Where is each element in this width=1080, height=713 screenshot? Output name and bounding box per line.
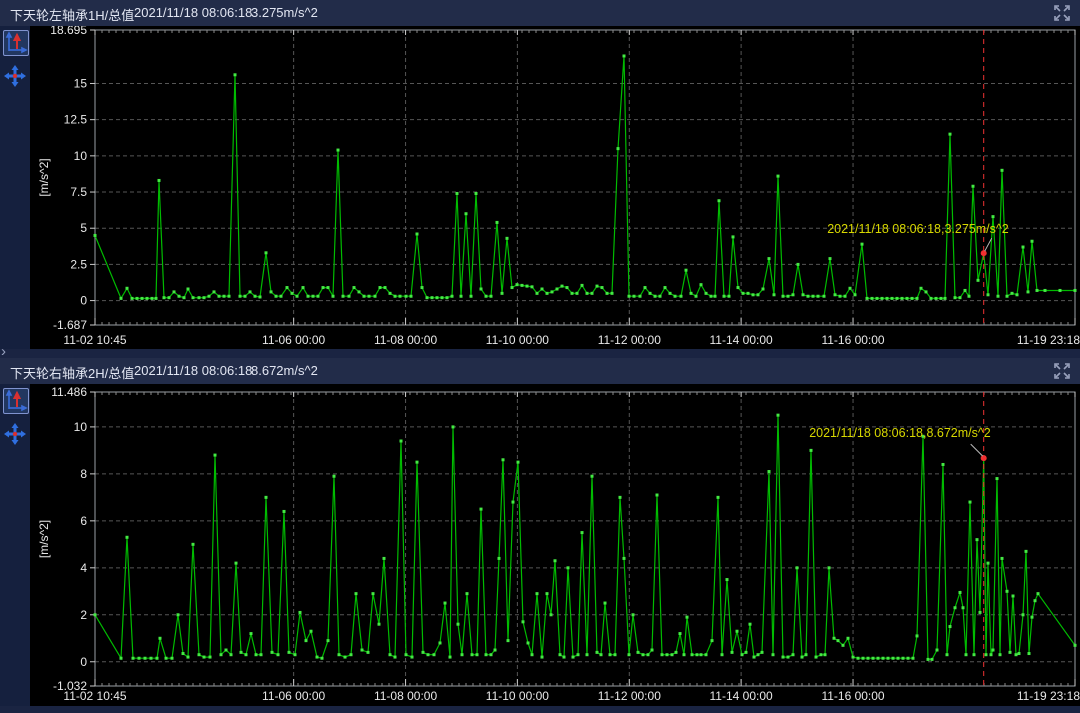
chart-2-cursor-value: 8.672m/s^2 [251, 363, 318, 378]
trend-series-markers [94, 414, 1077, 661]
chart-2-titlebar: 下天轮右轴承2H/总值 2021/11/18 08:06:18 8.672m/s… [0, 358, 1080, 384]
chart-1-title: 下天轮左轴承1H/总值 [10, 5, 134, 24]
pan-move-tool-button[interactable] [3, 64, 27, 88]
y-tick-label: 10 [74, 149, 88, 163]
x-tick-label: 11-16 00:00 [821, 689, 884, 703]
x-tick-label: 11-12 00:00 [598, 333, 661, 347]
chart-2-title: 下天轮右轴承2H/总值 [10, 363, 134, 382]
x-tick-label: 11-10 00:00 [486, 333, 549, 347]
annotation-leader-line [971, 444, 983, 456]
trend-series-line [95, 415, 1075, 659]
axis-scale-tool-button[interactable] [3, 388, 29, 414]
chart-panel-2: 下天轮右轴承2H/总值 2021/11/18 08:06:18 8.672m/s… [0, 358, 1080, 713]
chart-2-toolstrip [0, 384, 30, 713]
x-tick-label: 11-19 23:18 [1017, 333, 1080, 347]
axis-scale-tool-button[interactable] [3, 30, 29, 56]
chart-panel-1: 下天轮左轴承1H/总值 2021/11/18 08:06:18 3.275m/s… [0, 0, 1080, 349]
x-tick-label: 11-16 00:00 [821, 333, 884, 347]
y-tick-label: 8 [80, 467, 87, 481]
bottom-border-strip [0, 706, 1080, 713]
y-tick-label: 15 [74, 76, 88, 90]
x-tick-label: 11-06 00:00 [262, 689, 325, 703]
y-tick-label: 6 [80, 514, 87, 528]
cursor-annotation-label: 2021/11/18 08:06:18,3.275m/s^2 [827, 222, 1009, 236]
chart-2-body: 11-02 10:4511-06 00:0011-08 00:0011-10 0… [0, 384, 1080, 713]
y-tick-label: 5 [80, 221, 87, 235]
y-axis-unit-label: [m/s^2] [37, 158, 51, 196]
x-tick-label: 11-08 00:00 [374, 333, 437, 347]
chart-1-toolstrip [0, 26, 30, 349]
chart-2-plot[interactable]: 11-02 10:4511-06 00:0011-08 00:0011-10 0… [0, 384, 1080, 713]
y-tick-label: -1.687 [53, 318, 87, 332]
minor-ticks [102, 30, 1068, 325]
x-tick-label: 11-12 00:00 [598, 689, 661, 703]
chart-1-plot[interactable]: 11-02 10:45 11-06 00:00 11-08 00:00 11-10 0… [0, 26, 1080, 349]
cursor-annotation-label: 2021/11/18 08:06:18,8.672m/s^2 [809, 426, 991, 440]
trend-series-markers [94, 54, 1077, 299]
panel-divider: › [0, 349, 1080, 358]
x-tick-label: 11-02 10:45 [63, 333, 126, 347]
y-tick-label: 7.5 [70, 185, 87, 199]
x-tick-label: 11-10 00:00 [486, 689, 549, 703]
y-tick-label: 12.5 [64, 113, 88, 127]
chart-1-titlebar: 下天轮左轴承1H/总值 2021/11/18 08:06:18 3.275m/s… [0, 0, 1080, 26]
y-axis-unit-label: [m/s^2] [37, 520, 51, 558]
x-tick-label: 11-06 00:00 [262, 333, 325, 347]
y-axis: 11.486 10 8 6 4 2 0 -1.032 [51, 385, 95, 693]
x-tick-label: 11-19 23:18 [1017, 689, 1080, 703]
chart-1-cursor-value: 3.275m/s^2 [251, 5, 318, 20]
vibration-trend-monitor: 下天轮左轴承1H/总值 2021/11/18 08:06:18 3.275m/s… [0, 0, 1080, 713]
trend-series-line [95, 56, 1075, 298]
plot-frame [95, 30, 1075, 325]
y-tick-label: -1.032 [53, 679, 87, 693]
x-axis: 11-02 10:45 11-06 00:00 11-08 00:00 11-10 0… [63, 30, 1080, 347]
chart-2-cursor-timestamp: 2021/11/18 08:06:18 [134, 363, 252, 378]
y-tick-label: 2 [80, 608, 87, 622]
cursor-point-marker [981, 250, 987, 256]
y-tick-label: 18.695 [50, 26, 87, 37]
pan-move-tool-button[interactable] [3, 422, 27, 446]
x-tick-label: 11-08 00:00 [374, 689, 437, 703]
expand-arrows-icon[interactable] [1054, 363, 1070, 379]
x-tick-label: 11-14 00:00 [710, 333, 773, 347]
y-tick-label: 10 [74, 420, 88, 434]
y-tick-label: 0 [80, 655, 87, 669]
x-tick-label: 11-14 00:00 [710, 689, 773, 703]
expand-arrows-icon[interactable] [1054, 5, 1070, 21]
chart-1-body: 11-02 10:45 11-06 00:00 11-08 00:00 11-10 0… [0, 26, 1080, 349]
y-tick-label: 4 [80, 561, 87, 575]
y-tick-label: 0 [80, 294, 87, 308]
cursor-point-marker [981, 455, 987, 461]
y-tick-label: 11.486 [51, 385, 87, 399]
y-axis: 18.695 15 12.5 10 7.5 5 2.5 0 -1.687 [50, 26, 95, 332]
gridlines [95, 30, 1075, 325]
chart-1-cursor-timestamp: 2021/11/18 08:06:18 [134, 5, 252, 20]
y-tick-label: 2.5 [70, 257, 87, 271]
